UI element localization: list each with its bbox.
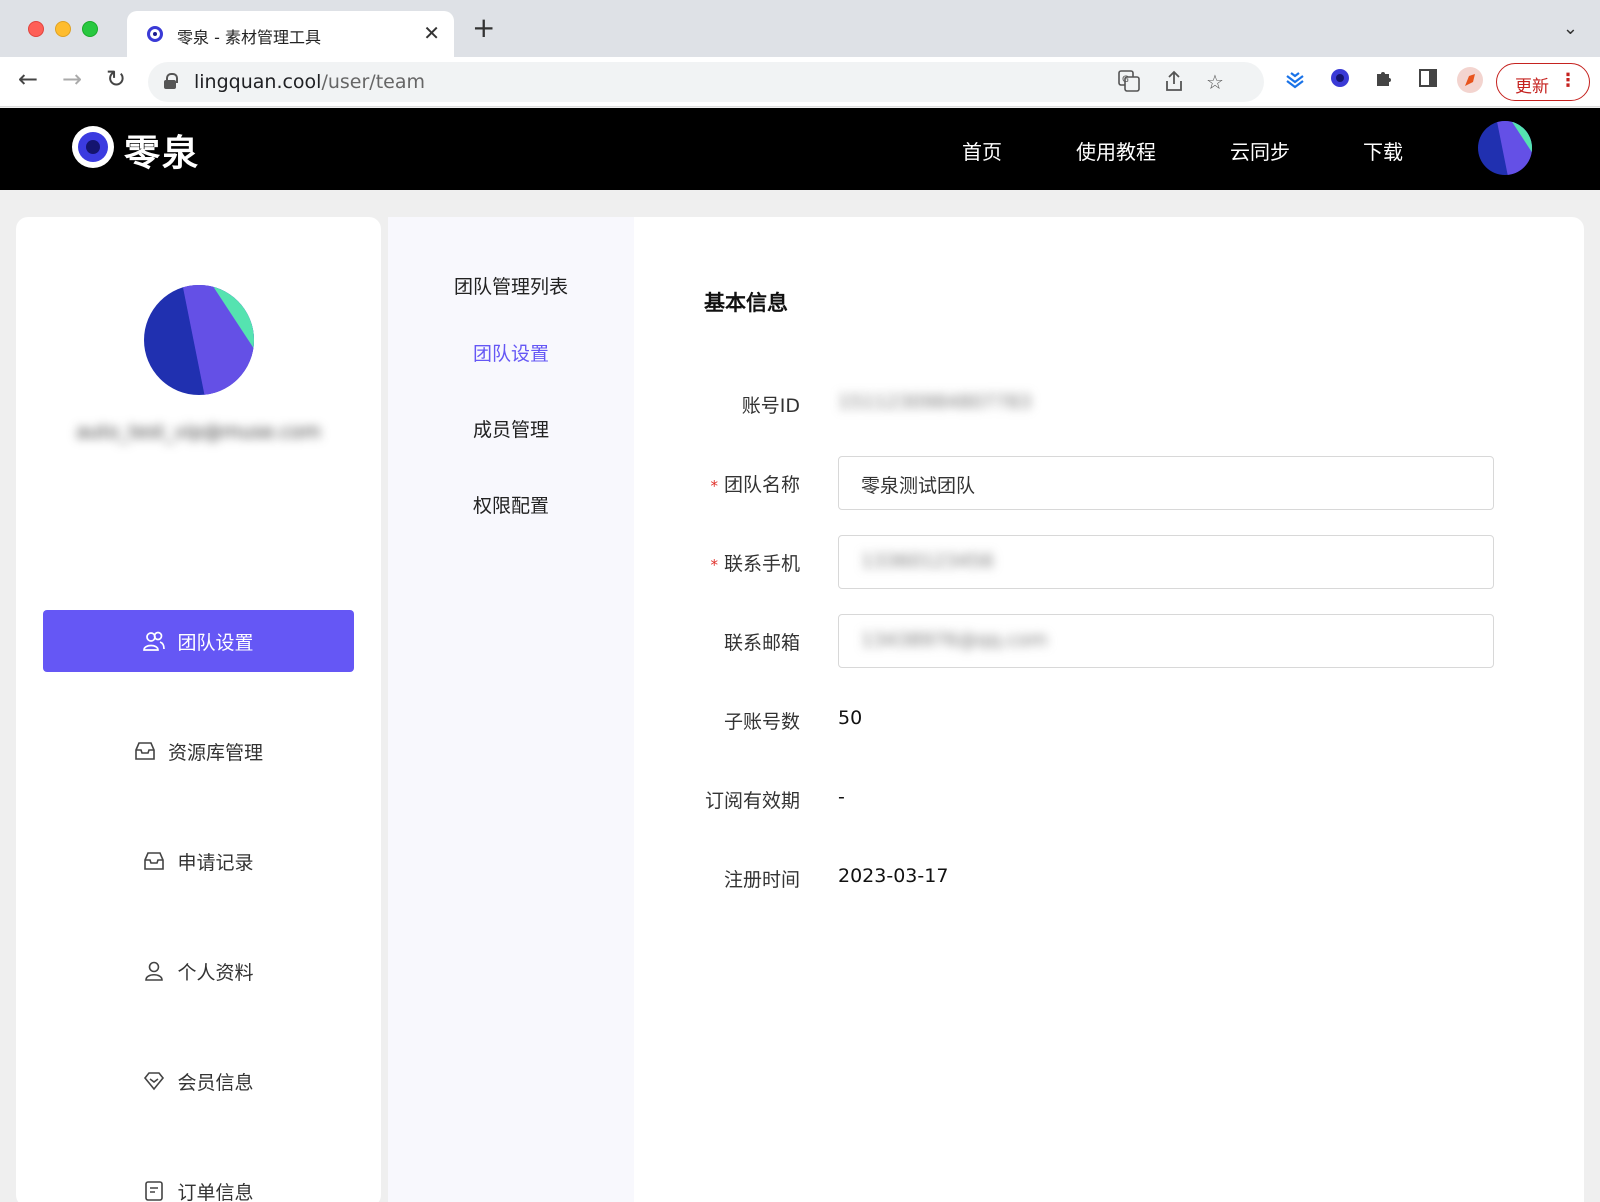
forward-button[interactable]: → — [62, 67, 82, 91]
phone-input[interactable]: 13360123456 — [838, 535, 1494, 589]
minimize-window-button[interactable] — [55, 21, 71, 37]
logo-icon[interactable] — [72, 126, 114, 168]
subscription-label: 订阅有效期 — [704, 790, 800, 812]
team-subnav: 团队管理列表 团队设置 成员管理 权限配置 — [388, 217, 634, 1202]
profile-avatar-icon[interactable] — [1456, 66, 1484, 99]
tab-search-chevron-icon[interactable]: ⌄ — [1563, 18, 1578, 39]
sidebar-item-applications[interactable]: 申请记录 — [43, 830, 354, 892]
nav-download[interactable]: 下载 — [1363, 136, 1403, 165]
maximize-window-button[interactable] — [82, 21, 98, 37]
nav-tutorial[interactable]: 使用教程 — [1076, 136, 1156, 165]
profile-email: auto_test_vip@muse.com — [76, 421, 321, 443]
account-sidebar: auto_test_vip@muse.com 团队设置 资源库管理 申请记录 个… — [16, 217, 381, 1202]
sidebar-item-team-settings[interactable]: 团队设置 — [43, 610, 354, 672]
tab-close-icon[interactable]: ✕ — [423, 21, 440, 45]
section-title: 基本信息 — [704, 291, 788, 315]
subscription-value: - — [838, 786, 845, 808]
more-menu-icon[interactable]: ⋮ — [1559, 70, 1577, 91]
subnav-item-team-settings[interactable]: 团队设置 — [388, 339, 634, 366]
sidebar-item-label: 订单信息 — [177, 1181, 254, 1202]
required-mark: * — [710, 477, 718, 495]
nav-home[interactable]: 首页 — [962, 136, 1002, 165]
account-id-value: 1511230984807783 — [838, 391, 1032, 413]
sub-accounts-value: 50 — [838, 707, 863, 729]
extension-lingquan-icon[interactable] — [1330, 68, 1350, 93]
nav-cloud-sync[interactable]: 云同步 — [1230, 136, 1290, 165]
email-label: 联系邮箱 — [723, 632, 800, 654]
logo-text[interactable]: 零泉 — [124, 124, 200, 176]
translate-icon[interactable]: G — [1118, 70, 1140, 97]
close-window-button[interactable] — [28, 21, 44, 37]
profile-avatar — [144, 285, 254, 395]
side-panel-icon[interactable] — [1418, 68, 1438, 93]
address-url[interactable]: lingquan.cool/user/team — [194, 71, 425, 93]
sidebar-item-profile[interactable]: 个人资料 — [43, 940, 354, 1002]
account-id-label: 账号ID — [741, 395, 800, 417]
sidebar-item-label: 资源库管理 — [167, 741, 263, 764]
register-value: 2023-03-17 — [838, 865, 949, 887]
team-icon — [143, 630, 166, 652]
sidebar-item-orders[interactable]: 订单信息 — [43, 1160, 354, 1202]
sidebar-item-label: 团队设置 — [177, 631, 254, 654]
site-favicon-icon — [147, 26, 163, 42]
user-avatar[interactable] — [1478, 121, 1532, 175]
sidebar-item-membership[interactable]: 会员信息 — [43, 1050, 354, 1112]
subnav-item-permissions[interactable]: 权限配置 — [388, 491, 634, 518]
tab-title: 零泉 - 素材管理工具 — [177, 28, 321, 47]
browser-tab[interactable]: 零泉 - 素材管理工具 ✕ — [127, 11, 454, 57]
share-icon[interactable] — [1164, 70, 1184, 97]
required-mark: * — [710, 556, 718, 574]
new-tab-button[interactable]: + — [472, 14, 495, 42]
browser-toolbar: ← → ↻ lingquan.cool/user/team G ☆ 更新 ⋮ — [0, 57, 1600, 107]
inbox-icon — [143, 850, 165, 872]
user-icon — [143, 960, 165, 982]
sidebar-item-library[interactable]: 资源库管理 — [43, 720, 354, 782]
bookmark-star-icon[interactable]: ☆ — [1206, 70, 1224, 94]
browser-tab-bar: 零泉 - 素材管理工具 ✕ + ⌄ — [0, 0, 1600, 57]
subnav-item-members[interactable]: 成员管理 — [388, 415, 634, 442]
sidebar-item-label: 申请记录 — [177, 851, 254, 874]
extensions-puzzle-icon[interactable] — [1374, 68, 1394, 93]
extension-layers-icon[interactable] — [1284, 68, 1306, 95]
inbox-icon — [134, 740, 156, 762]
update-browser-button[interactable]: 更新 ⋮ — [1496, 63, 1590, 101]
team-name-input[interactable]: 零泉测试团队 — [838, 456, 1494, 510]
sidebar-item-label: 个人资料 — [177, 961, 254, 984]
team-name-label: * 团队名称 — [710, 474, 800, 496]
team-settings-panel: 团队管理列表 团队设置 成员管理 权限配置 基本信息 账号ID 15112309… — [388, 217, 1584, 1202]
sidebar-item-label: 会员信息 — [177, 1071, 254, 1094]
site-header: 零泉 首页 使用教程 云同步 下载 — [0, 108, 1600, 190]
back-button[interactable]: ← — [18, 67, 38, 91]
lock-icon[interactable] — [164, 73, 178, 89]
register-label: 注册时间 — [723, 869, 800, 891]
address-bar[interactable]: lingquan.cool/user/team G ☆ — [148, 62, 1264, 102]
svg-text:G: G — [1122, 75, 1129, 85]
subnav-heading: 团队管理列表 — [453, 276, 568, 298]
phone-label: * 联系手机 — [710, 553, 800, 575]
reload-button[interactable]: ↻ — [106, 67, 126, 91]
diamond-icon — [143, 1070, 165, 1092]
sub-accounts-label: 子账号数 — [723, 711, 800, 733]
document-icon — [143, 1180, 165, 1202]
email-input[interactable]: 13438976@qq.com — [838, 614, 1494, 668]
